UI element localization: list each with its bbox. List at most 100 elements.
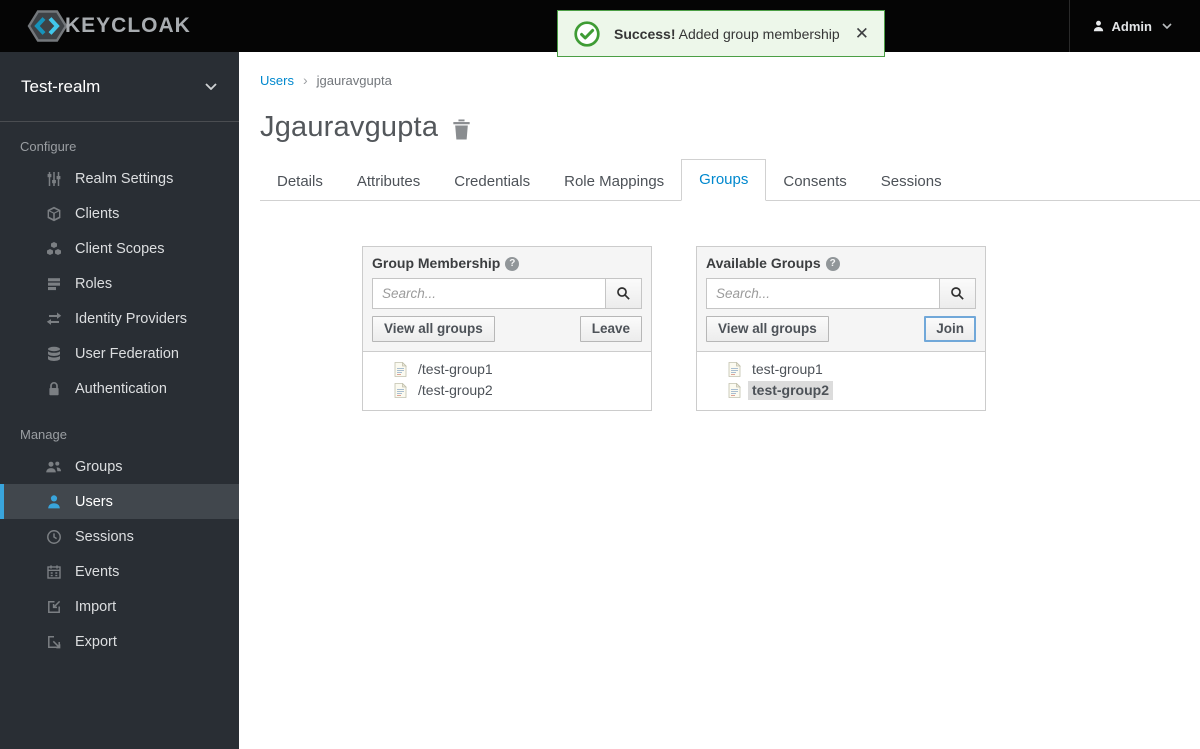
tab-credentials[interactable]: Credentials	[437, 164, 547, 200]
document-icon	[728, 362, 741, 377]
group-name: test-group2	[748, 381, 833, 400]
tab-details[interactable]: Details	[260, 164, 340, 200]
breadcrumb-users-link[interactable]: Users	[260, 73, 294, 88]
lock-icon	[45, 380, 62, 397]
sidebar-item-label: Clients	[75, 206, 119, 222]
notification-message: Added group membership	[679, 26, 840, 42]
admin-label: Admin	[1112, 19, 1152, 34]
sidebar-item-clients[interactable]: Clients	[0, 196, 239, 231]
search-icon	[616, 286, 631, 301]
list-item-selected[interactable]: test-group2	[697, 380, 985, 401]
sidebar-item-users[interactable]: Users	[0, 484, 239, 519]
help-icon[interactable]: ?	[505, 257, 519, 271]
list-item[interactable]: test-group1	[697, 359, 985, 380]
sidebar-item-label: Groups	[75, 459, 123, 475]
close-icon[interactable]: ✕	[855, 25, 869, 42]
exchange-arrows-icon	[45, 310, 62, 327]
breadcrumb-current: jgauravgupta	[317, 73, 392, 88]
sidebar-item-sessions[interactable]: Sessions	[0, 519, 239, 554]
breadcrumb-separator: ›	[303, 72, 308, 88]
realm-selector[interactable]: Test-realm	[0, 52, 239, 122]
available-group-list: test-group1 test-group2	[697, 351, 985, 410]
membership-search-button[interactable]	[605, 278, 642, 309]
import-icon	[45, 598, 62, 615]
page-title: Jgauravgupta	[260, 111, 438, 144]
manage-section-label: Manage	[20, 427, 239, 442]
clock-icon	[45, 528, 62, 545]
membership-search-input[interactable]	[372, 278, 606, 309]
notification-text: Success! Added group membership	[614, 26, 840, 42]
keycloak-logo[interactable]: KEYCLOAK	[0, 8, 191, 44]
sidebar: Test-realm Configure Realm Settings Clie…	[0, 52, 239, 749]
sidebar-item-label: Roles	[75, 276, 112, 292]
list-item[interactable]: /test-group2	[363, 380, 651, 401]
list-item[interactable]: /test-group1	[363, 359, 651, 380]
list-icon	[45, 275, 62, 292]
chevron-down-icon	[205, 83, 217, 90]
tab-bar: Details Attributes Credentials Role Mapp…	[260, 159, 1200, 201]
sidebar-item-authentication[interactable]: Authentication	[0, 371, 239, 406]
chevron-down-icon	[1162, 23, 1172, 29]
sidebar-item-user-federation[interactable]: User Federation	[0, 336, 239, 371]
success-check-icon	[573, 20, 601, 48]
membership-view-all-button[interactable]: View all groups	[372, 316, 495, 342]
sliders-icon	[45, 170, 62, 187]
search-icon	[950, 286, 965, 301]
realm-name: Test-realm	[21, 77, 100, 97]
tab-groups[interactable]: Groups	[681, 159, 766, 201]
sidebar-item-realm-settings[interactable]: Realm Settings	[0, 161, 239, 196]
sidebar-item-label: Client Scopes	[75, 241, 164, 257]
sidebar-item-roles[interactable]: Roles	[0, 266, 239, 301]
tab-consents[interactable]: Consents	[766, 164, 863, 200]
notification-title: Success!	[614, 26, 675, 42]
help-icon[interactable]: ?	[826, 257, 840, 271]
sidebar-item-label: Identity Providers	[75, 311, 187, 327]
user-icon	[1092, 19, 1105, 33]
trash-icon[interactable]	[452, 119, 471, 140]
group-name: /test-group1	[414, 360, 497, 379]
available-search-button[interactable]	[939, 278, 976, 309]
main-content: Users › jgauravgupta Jgauravgupta Detail…	[239, 52, 1200, 749]
brand-text: KEYCLOAK	[65, 14, 191, 38]
user-icon	[45, 493, 62, 510]
sidebar-item-label: Authentication	[75, 381, 167, 397]
tab-attributes[interactable]: Attributes	[340, 164, 437, 200]
group-name: /test-group2	[414, 381, 497, 400]
sidebar-item-label: Realm Settings	[75, 171, 173, 187]
sidebar-item-label: Users	[75, 494, 113, 510]
configure-section-label: Configure	[20, 139, 239, 154]
group-name: test-group1	[748, 360, 827, 379]
database-icon	[45, 345, 62, 362]
available-view-all-button[interactable]: View all groups	[706, 316, 829, 342]
document-icon	[394, 383, 407, 398]
available-groups-panel: Available Groups ? View all groups	[696, 246, 986, 411]
tab-role-mappings[interactable]: Role Mappings	[547, 164, 681, 200]
sidebar-item-label: User Federation	[75, 346, 179, 362]
leave-button[interactable]: Leave	[580, 316, 642, 342]
sidebar-item-label: Import	[75, 599, 116, 615]
sidebar-item-identity-providers[interactable]: Identity Providers	[0, 301, 239, 336]
document-icon	[394, 362, 407, 377]
sidebar-item-events[interactable]: Events	[0, 554, 239, 589]
group-icon	[45, 458, 62, 475]
available-search-input[interactable]	[706, 278, 940, 309]
sidebar-item-export[interactable]: Export	[0, 624, 239, 659]
sidebar-item-label: Events	[75, 564, 119, 580]
available-groups-title: Available Groups	[706, 255, 821, 271]
membership-group-list: /test-group1 /test-group2	[363, 351, 651, 410]
sidebar-item-groups[interactable]: Groups	[0, 449, 239, 484]
cube-icon	[45, 205, 62, 222]
group-membership-title: Group Membership	[372, 255, 500, 271]
join-button[interactable]: Join	[924, 316, 976, 342]
tab-sessions[interactable]: Sessions	[864, 164, 959, 200]
cubes-icon	[45, 240, 62, 257]
sidebar-item-import[interactable]: Import	[0, 589, 239, 624]
calendar-icon	[45, 563, 62, 580]
document-icon	[728, 383, 741, 398]
sidebar-item-label: Sessions	[75, 529, 134, 545]
group-membership-panel: Group Membership ? View all groups	[362, 246, 652, 411]
success-notification: Success! Added group membership ✕	[557, 10, 885, 57]
sidebar-item-client-scopes[interactable]: Client Scopes	[0, 231, 239, 266]
admin-user-menu[interactable]: Admin	[1069, 0, 1200, 52]
keycloak-hexagon-icon	[26, 8, 68, 44]
